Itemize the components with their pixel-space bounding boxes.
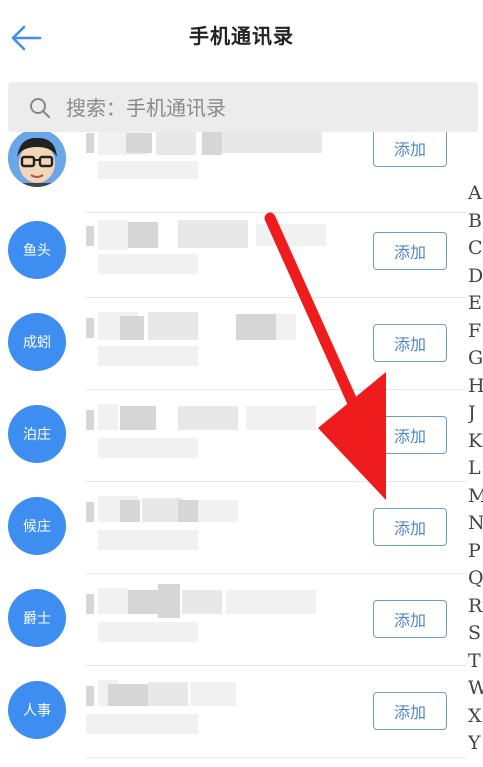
cartoon-face-icon [8, 132, 66, 187]
index-letter[interactable]: N [468, 510, 483, 538]
contact-row: 添加 [0, 132, 466, 213]
avatar [8, 132, 66, 187]
redacted-name [86, 676, 336, 742]
page-title: 手机通讯录 [189, 24, 294, 48]
redacted-name [86, 216, 336, 282]
contact-row: 候庄 添加 [0, 482, 466, 574]
add-button[interactable]: 添加 [373, 132, 447, 167]
redacted-name [86, 584, 336, 650]
index-letter[interactable]: W [468, 675, 483, 703]
alphabet-index[interactable]: A B C D E F G H J K L M N P Q R S T W X … [468, 180, 483, 758]
avatar: 人事 [8, 681, 66, 739]
add-button[interactable]: 添加 [373, 416, 447, 454]
index-letter[interactable]: B [468, 208, 483, 236]
index-letter[interactable]: M [468, 483, 483, 511]
redacted-name [86, 492, 336, 558]
avatar: 泊庄 [8, 405, 66, 463]
contact-row: 泊庄 添加 [0, 390, 466, 482]
avatar: 成蚓 [8, 313, 66, 371]
index-letter[interactable]: H [468, 373, 483, 401]
redacted-name [86, 400, 336, 466]
index-letter[interactable]: A [468, 180, 483, 208]
row-divider [86, 757, 466, 758]
add-button[interactable]: 添加 [373, 324, 447, 362]
index-letter[interactable]: Y [468, 730, 483, 758]
contact-row: 爵士 添加 [0, 574, 466, 666]
index-letter[interactable]: L [468, 455, 483, 483]
index-letter[interactable]: K [468, 428, 483, 456]
redacted-name [86, 308, 336, 374]
contact-row: 鱼头 添加 [0, 206, 466, 298]
add-button[interactable]: 添加 [373, 600, 447, 638]
index-letter[interactable]: J [468, 400, 483, 428]
add-button[interactable]: 添加 [373, 692, 447, 730]
index-letter[interactable]: C [468, 235, 483, 263]
index-letter[interactable]: X [468, 703, 483, 731]
avatar: 爵士 [8, 589, 66, 647]
top-bar: 手机通讯录 [0, 0, 483, 76]
index-letter[interactable]: F [468, 318, 483, 346]
avatar: 候庄 [8, 497, 66, 555]
index-letter[interactable]: R [468, 593, 483, 621]
index-letter[interactable]: P [468, 538, 483, 566]
index-letter[interactable]: E [468, 290, 483, 318]
add-button[interactable]: 添加 [373, 508, 447, 546]
contact-row: 人事 添加 [0, 666, 466, 758]
add-button[interactable]: 添加 [373, 232, 447, 270]
search-input[interactable] [64, 90, 448, 126]
index-letter[interactable]: G [468, 345, 483, 373]
index-letter[interactable]: D [468, 263, 483, 291]
index-letter[interactable]: S [468, 620, 483, 648]
avatar: 鱼头 [8, 221, 66, 279]
contact-list: 添加 鱼头 添加 成蚓 添加 泊庄 添加 候庄 添加 爵士 添加 人事 添加 [0, 132, 466, 767]
index-letter[interactable]: T [468, 648, 483, 676]
search-bar[interactable] [8, 82, 478, 132]
redacted-name [86, 132, 336, 193]
contact-row: 成蚓 添加 [0, 298, 466, 390]
search-icon [30, 98, 50, 118]
index-letter[interactable]: Q [468, 565, 483, 593]
